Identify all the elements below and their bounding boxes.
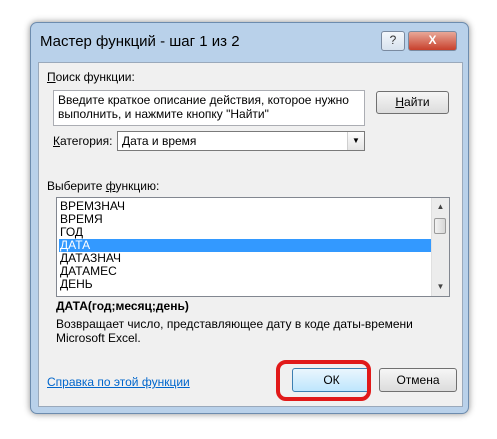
function-list[interactable]: ВРЕМЗНАЧ ВРЕМЯ ГОД ДАТА ДАТАЗНАЧ ДАТАМЕС…: [56, 197, 450, 297]
category-select[interactable]: Дата и время ▼: [117, 131, 365, 151]
title-bar[interactable]: Мастер функций - шаг 1 из 2 ? X: [31, 23, 468, 55]
ok-highlight-ring: [276, 360, 371, 401]
list-item-vremznach[interactable]: ВРЕМЗНАЧ: [59, 200, 435, 213]
function-signature: ДАТА(год;месяц;день): [56, 299, 189, 313]
category-label: Категория:: [53, 134, 113, 148]
help-icon[interactable]: ?: [381, 31, 405, 51]
dropdown-arrow-icon[interactable]: ▼: [347, 132, 364, 150]
search-input[interactable]: Введите краткое описание действия, котор…: [53, 90, 365, 126]
function-help-link[interactable]: Справка по этой функции: [47, 375, 190, 389]
find-button[interactable]: Найти: [376, 91, 449, 114]
list-item-datames[interactable]: ДАТАМЕС: [59, 265, 435, 278]
list-item-vremya[interactable]: ВРЕМЯ: [59, 213, 435, 226]
scroll-down-icon[interactable]: ▼: [432, 279, 449, 295]
search-label: Поиск функции:: [47, 70, 135, 84]
list-scrollbar[interactable]: ▲ ▼: [431, 198, 449, 296]
function-wizard-window: Мастер функций - шаг 1 из 2 ? X Поиск фу…: [30, 22, 469, 414]
scroll-up-icon[interactable]: ▲: [432, 199, 449, 215]
list-item-den[interactable]: ДЕНЬ: [59, 278, 435, 291]
close-icon[interactable]: X: [408, 31, 457, 51]
dialog-body: Поиск функции: Введите краткое описание …: [38, 62, 463, 407]
list-item-god[interactable]: ГОД: [59, 226, 435, 239]
category-selected-value: Дата и время: [122, 134, 197, 148]
cancel-button[interactable]: Отмена: [379, 368, 457, 392]
window-title: Мастер функций - шаг 1 из 2: [40, 33, 240, 50]
scroll-thumb[interactable]: [434, 218, 446, 234]
function-list-label: Выберите функцию:: [47, 179, 160, 193]
function-description: Возвращает число, представляющее дату в …: [56, 317, 413, 345]
